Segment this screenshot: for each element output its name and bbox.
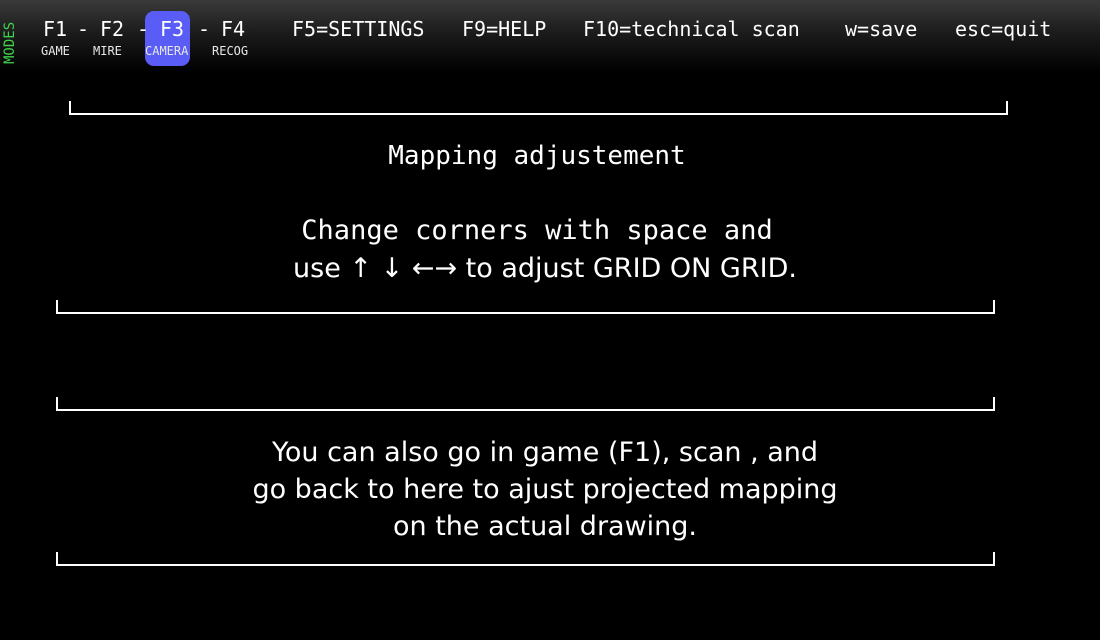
instruction-bracket-divider [56,300,995,314]
mode-f2-key[interactable]: F2 [100,17,124,41]
top-bracket-divider [69,101,1008,115]
info-text-line1: You can also go in game (F1), scan , and [271,437,819,468]
technical-scan-command[interactable]: F10=technical scan [583,17,800,41]
info-bottom-bracket-divider [56,552,995,566]
quit-command[interactable]: esc=quit [955,17,1051,41]
instruction-text-line1: Change corners with space and [301,215,773,246]
mode-f1-label-game[interactable]: GAME [41,44,70,58]
mode-separator: - [198,17,211,41]
mode-separator: - [137,17,150,41]
instruction-text-line2: use ↑ ↓ ←→ to adjust GRID ON GRID. [293,253,797,284]
mode-separator: - [77,17,90,41]
info-text-line2: go back to here to ajust projected mappi… [252,474,838,505]
info-top-bracket-divider [56,397,995,411]
mode-f4-label-recog[interactable]: RECOG [212,44,248,58]
save-command[interactable]: w=save [845,17,917,41]
help-command[interactable]: F9=HELP [462,17,546,41]
mode-f4-key[interactable]: F4 [221,17,245,41]
info-text-line3: on the actual drawing. [392,511,698,542]
mode-f2-label-mire[interactable]: MIRE [93,44,122,58]
page-title: Mapping adjustement [388,141,686,171]
settings-command[interactable]: F5=SETTINGS [292,17,424,41]
mode-f1-key[interactable]: F1 [43,17,67,41]
mode-f3-key[interactable]: F3 [160,17,184,41]
modes-label: MODES [2,21,18,64]
mode-f3-label-camera[interactable]: CAMERA [145,44,188,58]
top-menu-bar: MODES F1 GAME - F2 MIRE - F3 CAMERA - F4… [0,0,1100,72]
